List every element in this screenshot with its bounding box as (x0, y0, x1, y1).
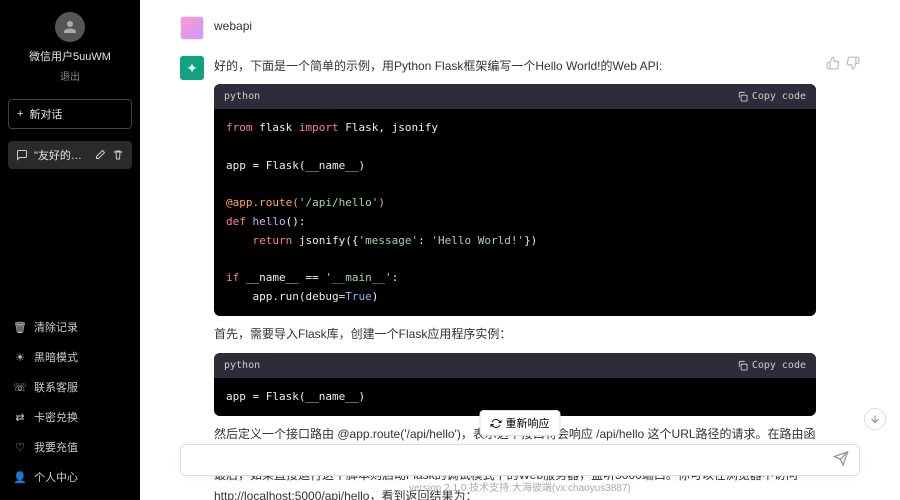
new-chat-button[interactable]: + 新对话 (8, 99, 132, 129)
logout-link[interactable]: 退出 (8, 68, 132, 83)
code-lang-2: python (224, 357, 260, 374)
user-message-text: webapi (214, 16, 860, 40)
message-input[interactable] (193, 453, 819, 467)
plus-icon: + (17, 108, 23, 120)
profile: 微信用户5uuWM 退出 (0, 0, 140, 91)
code-lang-1: python (224, 88, 260, 105)
edit-icon[interactable] (94, 149, 106, 161)
ai-intro-text: 好的，下面是一个简单的示例，用Python Flask框架编写一个Hello W… (214, 56, 816, 76)
code-body-1: from flask import Flask, jsonify app = F… (214, 109, 816, 316)
sun-icon: ☀ (14, 351, 26, 363)
copy-button-2[interactable]: Copy code (737, 357, 806, 374)
headset-icon: ☏ (14, 381, 26, 393)
trash-icon: 🗑 (14, 321, 26, 333)
ai-avatar-icon: ✦ (180, 56, 204, 80)
copy-button-1[interactable]: Copy code (737, 88, 806, 105)
copy-icon (737, 360, 748, 371)
menu-profile[interactable]: 👤个人中心 (0, 462, 140, 492)
thumbs-up-icon[interactable] (826, 56, 840, 70)
menu-redeem[interactable]: ⇄卡密兑换 (0, 402, 140, 432)
menu-dark-mode[interactable]: ☀黑暗模式 (0, 342, 140, 372)
scroll-down-button[interactable] (864, 408, 886, 430)
send-icon (833, 451, 849, 467)
new-chat-label: 新对话 (29, 106, 62, 122)
username: 微信用户5uuWM (8, 48, 132, 64)
refresh-icon (491, 418, 502, 429)
ai-text-2: 首先，需要导入Flask库，创建一个Flask应用程序实例： (214, 324, 816, 344)
main: webapi ✦ 好的，下面是一个简单的示例，用Python Flask框架编写… (140, 0, 900, 500)
regenerate-button[interactable]: 重新响应 (480, 410, 561, 436)
user-avatar-icon (180, 16, 204, 40)
arrow-down-icon (869, 413, 881, 425)
message-actions (826, 56, 860, 500)
menu-recharge[interactable]: ♡我要充值 (0, 432, 140, 462)
chat-icon (16, 149, 28, 161)
footer-text: version 2.1.0 技术支持:大海彼端(vx:chaoyus3887) (140, 479, 900, 494)
menu-support[interactable]: ☏联系客服 (0, 372, 140, 402)
thumbs-down-icon[interactable] (846, 56, 860, 70)
avatar[interactable] (55, 12, 85, 42)
copy-icon (737, 91, 748, 102)
user-icon: 👤 (14, 471, 26, 483)
code-header-1: python Copy code (214, 84, 816, 109)
session-title: "友好的问候和服务" (34, 147, 88, 163)
code-block-2: python Copy code app = Flask(__name__) (214, 353, 816, 417)
delete-icon[interactable] (112, 149, 124, 161)
code-header-2: python Copy code (214, 353, 816, 378)
side-menu: 🗑清除记录 ☀黑暗模式 ☏联系客服 ⇄卡密兑换 ♡我要充值 👤个人中心 (0, 308, 140, 500)
card-icon: ⇄ (14, 411, 26, 423)
menu-clear-history[interactable]: 🗑清除记录 (0, 312, 140, 342)
wallet-icon: ♡ (14, 441, 26, 453)
code-block-1: python Copy code from flask import Flask… (214, 84, 816, 316)
input-bar (180, 444, 860, 476)
sidebar: 微信用户5uuWM 退出 + 新对话 "友好的问候和服务" 🗑清除记录 ☀黑暗模… (0, 0, 140, 500)
session-item-active[interactable]: "友好的问候和服务" (8, 141, 132, 169)
user-message: webapi (180, 8, 860, 48)
send-button[interactable] (833, 451, 849, 470)
